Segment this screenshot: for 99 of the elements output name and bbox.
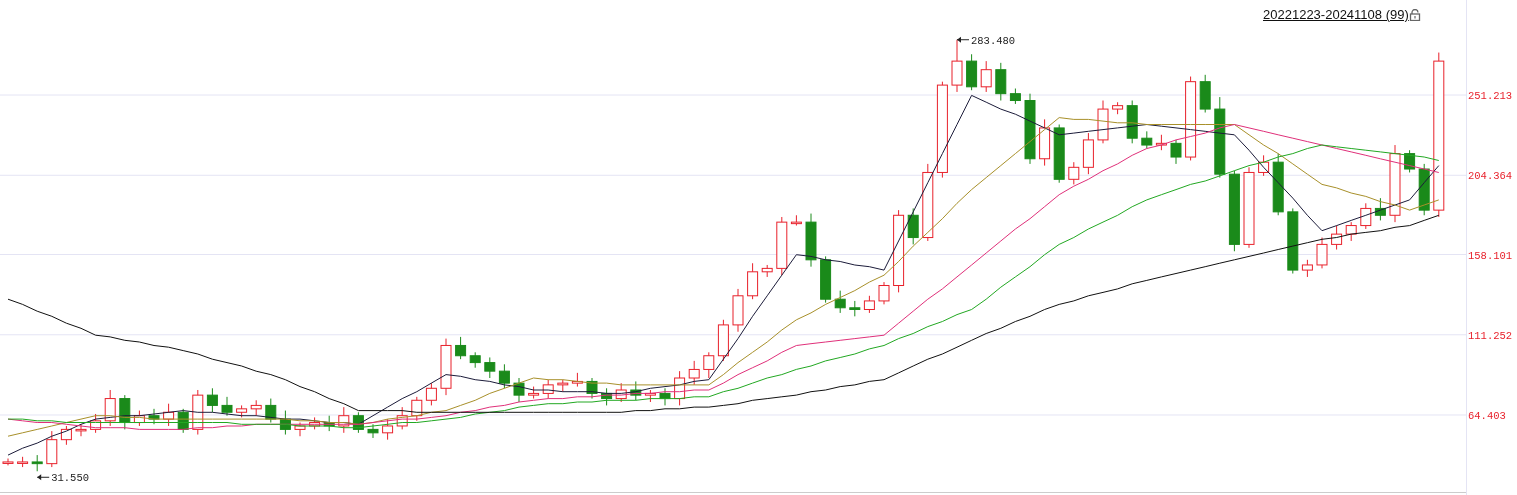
candlestick — [148, 408, 160, 425]
candlestick — [586, 377, 598, 400]
candlestick — [31, 454, 43, 472]
candlestick — [60, 425, 72, 446]
candlestick — [659, 387, 671, 406]
candlestick — [396, 406, 408, 430]
axis-tick-label: 111.252 — [1468, 329, 1513, 342]
candlestick — [221, 396, 233, 417]
candlestick — [513, 377, 525, 403]
candlestick — [1301, 259, 1313, 278]
candlestick — [1316, 237, 1328, 269]
date-range-link[interactable]: 20221223-20241108 (99) — [1263, 5, 1409, 25]
axis-tick-label: 158.101 — [1468, 249, 1513, 262]
candlestick — [177, 408, 189, 434]
candlestick — [995, 62, 1007, 101]
candlestick — [367, 423, 379, 439]
candlestick — [1331, 225, 1343, 251]
candlestick — [557, 379, 569, 393]
candlestick — [1141, 130, 1153, 149]
candlestick — [250, 399, 262, 417]
candlestick — [688, 360, 700, 386]
candlestick — [1360, 202, 1372, 230]
candlestick — [761, 264, 773, 278]
candlestick — [1404, 149, 1416, 173]
candlestick — [163, 403, 175, 427]
price-marker-label: 31.550 — [51, 472, 89, 485]
candlestick — [834, 290, 846, 314]
candlestick — [338, 406, 350, 434]
candlestick — [192, 389, 204, 436]
candlestick — [309, 416, 321, 430]
candlestick — [717, 319, 729, 362]
candlestick — [732, 288, 744, 333]
candlestick — [352, 411, 364, 434]
candlestick — [703, 351, 715, 379]
candlestick — [980, 60, 992, 93]
candlestick — [455, 336, 467, 360]
candlestick — [615, 382, 627, 403]
candlestick — [206, 387, 218, 413]
candlestick — [133, 410, 145, 427]
candlestick — [236, 404, 248, 418]
candlestick — [1199, 74, 1211, 113]
candlestick — [1053, 124, 1065, 184]
candlestick — [1009, 88, 1021, 105]
candlestick — [863, 295, 875, 314]
candlestick — [747, 262, 759, 300]
candlestick — [425, 382, 437, 406]
candlestick — [1345, 221, 1357, 242]
candlestick — [951, 39, 963, 93]
candlestick — [601, 387, 613, 406]
candlestick — [1272, 153, 1284, 216]
candlestick — [90, 413, 102, 434]
candlestick — [1258, 154, 1270, 177]
candlestick — [674, 370, 686, 406]
candlestick — [469, 351, 481, 369]
axis-tick-label: 64.403 — [1468, 410, 1506, 422]
candlestick — [542, 379, 554, 400]
candlestick — [571, 372, 583, 388]
candlestick — [498, 363, 510, 389]
candlestick — [528, 386, 540, 400]
candlestick — [1082, 132, 1094, 175]
candlestick — [279, 410, 291, 436]
candlestick — [1418, 163, 1430, 216]
candlestick — [630, 380, 642, 401]
candlestick — [265, 398, 277, 424]
candlestick — [323, 415, 335, 432]
candlestick — [805, 213, 817, 268]
candlestick — [1112, 101, 1124, 115]
candlestick — [119, 394, 131, 430]
candlestick — [790, 214, 802, 227]
candlestick — [820, 255, 832, 304]
candlestick — [878, 281, 890, 305]
candlestick — [104, 389, 116, 427]
candlestick — [1155, 134, 1167, 151]
candlestick — [1374, 197, 1386, 221]
candlestick — [1068, 161, 1080, 185]
candlestick — [776, 216, 788, 276]
candlestick — [1097, 100, 1109, 144]
candlestick — [1039, 118, 1051, 167]
candlestick — [907, 207, 919, 245]
candlestick — [1024, 93, 1036, 165]
price-marker-arrow — [36, 474, 50, 481]
candlestick — [1287, 207, 1299, 274]
candlestick — [411, 396, 423, 422]
lock-icon[interactable] — [1409, 9, 1421, 21]
candlestick — [1170, 139, 1182, 165]
candlestick — [966, 53, 978, 91]
price-marker-arrow — [956, 36, 970, 43]
candlestick — [17, 456, 29, 468]
candlestick — [440, 338, 452, 396]
candlestick — [644, 389, 656, 403]
axis-tick-label: 204.364 — [1468, 170, 1513, 183]
candlestick — [849, 300, 861, 317]
candlestick — [484, 356, 496, 379]
price-marker-label: 283.480 — [971, 34, 1016, 47]
axis-tick-label: 251.213 — [1468, 90, 1513, 102]
candlestick — [46, 430, 58, 468]
candlestick — [1126, 100, 1138, 144]
candlestick — [382, 418, 394, 441]
candlestick — [294, 422, 306, 437]
